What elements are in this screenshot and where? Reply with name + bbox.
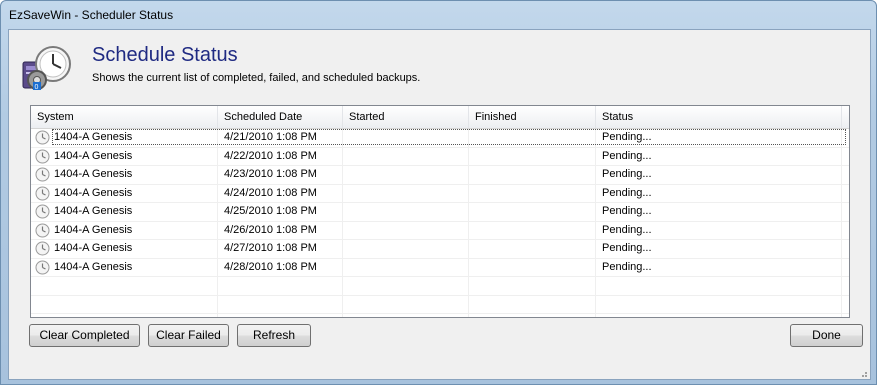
- schedule-list[interactable]: System Scheduled Date Started Finished S…: [30, 105, 850, 318]
- table-row[interactable]: 1404-A Genesis 4/25/2010 1:08 PM Pending..…: [31, 203, 849, 222]
- refresh-button[interactable]: Refresh: [237, 324, 311, 347]
- cell-finished: [469, 129, 596, 146]
- cell-finished: [469, 221, 596, 239]
- table-row[interactable]: 1404-A Genesis 4/27/2010 1:08 PM Pending..…: [31, 240, 849, 259]
- cell-finished: [469, 258, 596, 276]
- cell-started: [343, 147, 469, 165]
- cell-system: 1404-A Genesis: [31, 221, 218, 239]
- svg-text:0: 0: [35, 84, 39, 91]
- cell-started: [343, 203, 469, 220]
- cell-status: Pending...: [596, 129, 842, 146]
- empty-row: [31, 296, 849, 314]
- clock-icon: [35, 167, 50, 182]
- clock-icon: [35, 204, 50, 219]
- dialog-window: EzSaveWin - Scheduler Status 0 Schedule …: [0, 0, 877, 385]
- list-header: System Scheduled Date Started Finished S…: [31, 106, 849, 129]
- table-row[interactable]: 1404-A Genesis 4/21/2010 1:08 PM Pending..…: [31, 129, 849, 148]
- cell-started: [343, 258, 469, 276]
- cell-scheduled-date: 4/21/2010 1:08 PM: [218, 129, 343, 146]
- cell-system: 1404-A Genesis: [31, 258, 218, 276]
- page-title: Schedule Status: [92, 44, 238, 66]
- table-row[interactable]: 1404-A Genesis 4/23/2010 1:08 PM Pending..…: [31, 166, 849, 185]
- cell-finished: [469, 184, 596, 202]
- cell-started: [343, 240, 469, 257]
- clock-icon: [35, 223, 50, 238]
- window-title: EzSaveWin - Scheduler Status: [9, 8, 174, 22]
- cell-status: Pending...: [596, 184, 842, 202]
- cell-system: 1404-A Genesis: [31, 166, 218, 183]
- clock-icon: [35, 260, 50, 275]
- cell-system: 1404-A Genesis: [31, 147, 218, 165]
- clock-backup-icon: 0: [21, 40, 73, 92]
- cell-scheduled-date: 4/27/2010 1:08 PM: [218, 240, 343, 257]
- cell-status: Pending...: [596, 258, 842, 276]
- clear-failed-button[interactable]: Clear Failed: [148, 324, 229, 347]
- cell-status: Pending...: [596, 147, 842, 165]
- table-row[interactable]: 1404-A Genesis 4/22/2010 1:08 PM Pending..…: [31, 147, 849, 166]
- cell-status: Pending...: [596, 203, 842, 220]
- cell-status: Pending...: [596, 240, 842, 257]
- empty-row: [31, 314, 849, 317]
- column-header-finished[interactable]: Finished: [469, 106, 596, 128]
- clock-icon: [35, 241, 50, 256]
- column-header-filler: [842, 106, 849, 128]
- cell-finished: [469, 166, 596, 183]
- cell-scheduled-date: 4/24/2010 1:08 PM: [218, 184, 343, 202]
- cell-scheduled-date: 4/26/2010 1:08 PM: [218, 221, 343, 239]
- list-rows: 1404-A Genesis 4/21/2010 1:08 PM Pending..…: [31, 129, 849, 317]
- cell-started: [343, 184, 469, 202]
- cell-system: 1404-A Genesis: [31, 203, 218, 220]
- cell-started: [343, 129, 469, 146]
- cell-started: [343, 221, 469, 239]
- column-header-started[interactable]: Started: [343, 106, 469, 128]
- column-header-status[interactable]: Status: [596, 106, 842, 128]
- cell-scheduled-date: 4/22/2010 1:08 PM: [218, 147, 343, 165]
- cell-status: Pending...: [596, 221, 842, 239]
- clock-icon: [35, 130, 50, 145]
- cell-system: 1404-A Genesis: [31, 184, 218, 202]
- cell-scheduled-date: 4/23/2010 1:08 PM: [218, 166, 343, 183]
- clock-icon: [35, 149, 50, 164]
- page-subtitle: Shows the current list of completed, fai…: [92, 72, 421, 84]
- column-header-scheduled-date[interactable]: Scheduled Date: [218, 106, 343, 128]
- dialog-header: 0 Schedule Status Shows the current list…: [9, 30, 870, 100]
- cell-finished: [469, 147, 596, 165]
- empty-row: [31, 277, 849, 296]
- table-row[interactable]: 1404-A Genesis 4/28/2010 1:08 PM Pending..…: [31, 258, 849, 277]
- cell-status: Pending...: [596, 166, 842, 183]
- clear-completed-button[interactable]: Clear Completed: [29, 324, 140, 347]
- title-bar[interactable]: EzSaveWin - Scheduler Status: [1, 1, 876, 29]
- cell-finished: [469, 203, 596, 220]
- cell-scheduled-date: 4/28/2010 1:08 PM: [218, 258, 343, 276]
- cell-started: [343, 166, 469, 183]
- done-button[interactable]: Done: [790, 324, 863, 347]
- cell-system: 1404-A Genesis: [31, 240, 218, 257]
- dialog-client-area: 0 Schedule Status Shows the current list…: [8, 29, 871, 380]
- column-header-system[interactable]: System: [31, 106, 218, 128]
- clock-icon: [35, 186, 50, 201]
- table-row[interactable]: 1404-A Genesis 4/24/2010 1:08 PM Pending..…: [31, 184, 849, 203]
- cell-scheduled-date: 4/25/2010 1:08 PM: [218, 203, 343, 220]
- cell-system: 1404-A Genesis: [31, 129, 218, 146]
- table-row[interactable]: 1404-A Genesis 4/26/2010 1:08 PM Pending..…: [31, 221, 849, 240]
- cell-finished: [469, 240, 596, 257]
- resize-grip-icon[interactable]: [858, 367, 868, 377]
